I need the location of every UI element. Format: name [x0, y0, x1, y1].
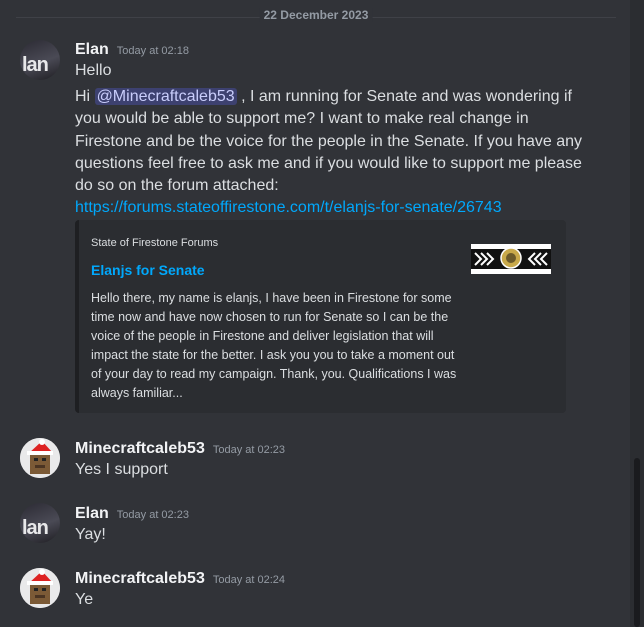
scrollbar-thumb[interactable]: [634, 458, 640, 627]
date-divider-label: 22 December 2023: [259, 8, 373, 22]
avatar-minecraftcaleb53[interactable]: [20, 568, 60, 608]
avatar-elan[interactable]: lan: [20, 503, 60, 543]
forum-banner-thumbnail[interactable]: [471, 244, 551, 274]
embed-provider: State of Firestone Forums: [91, 237, 219, 249]
message-header: Minecraftcaleb53 Today at 02:23: [75, 440, 285, 458]
santa-hat-avatar-icon: [20, 438, 60, 478]
author-name[interactable]: Minecraftcaleb53: [75, 440, 205, 458]
date-divider: 22 December 2023: [16, 8, 616, 22]
author-name[interactable]: Elan: [75, 41, 109, 59]
link-embed: State of Firestone Forums Elanjs for Sen…: [75, 220, 566, 413]
message-text-line: do so on the forum attached:: [75, 177, 279, 194]
avatar-minecraftcaleb53[interactable]: [20, 438, 60, 478]
message-text-line: Firestone and be the voice for the peopl…: [75, 133, 583, 150]
avatar-elan[interactable]: lan: [20, 40, 60, 80]
timestamp[interactable]: Today at 02:23: [213, 444, 285, 456]
message-text-line: you would be able to support me? I want …: [75, 110, 529, 127]
author-name[interactable]: Elan: [75, 505, 109, 523]
user-mention[interactable]: @Minecraftcaleb53: [94, 88, 237, 105]
message-text: Hello: [75, 62, 112, 79]
timestamp[interactable]: Today at 02:24: [213, 574, 285, 586]
forum-link[interactable]: https://forums.stateoffirestone.com/t/el…: [75, 199, 502, 216]
message-header: Elan Today at 02:18: [75, 41, 189, 59]
scrollbar-track[interactable]: [630, 0, 644, 627]
message-text-line: questions feel free to ask me and if you…: [75, 155, 582, 172]
embed-title[interactable]: Elanjs for Senate: [91, 262, 205, 278]
message-text-mention-line: Hi @Minecraftcaleb53 , I am running for …: [75, 88, 572, 105]
author-name[interactable]: Minecraftcaleb53: [75, 570, 205, 588]
message-header: Minecraftcaleb53 Today at 02:24: [75, 570, 285, 588]
message-text: Yes I support: [75, 461, 168, 478]
timestamp[interactable]: Today at 02:23: [117, 509, 189, 521]
embed-description: Hello there, my name is elanjs, I have b…: [91, 291, 457, 400]
timestamp[interactable]: Today at 02:18: [117, 45, 189, 57]
message-text: Yay!: [75, 526, 106, 543]
message-text: Ye: [75, 591, 94, 608]
santa-hat-avatar-icon: [20, 568, 60, 608]
message-header: Elan Today at 02:23: [75, 505, 189, 523]
